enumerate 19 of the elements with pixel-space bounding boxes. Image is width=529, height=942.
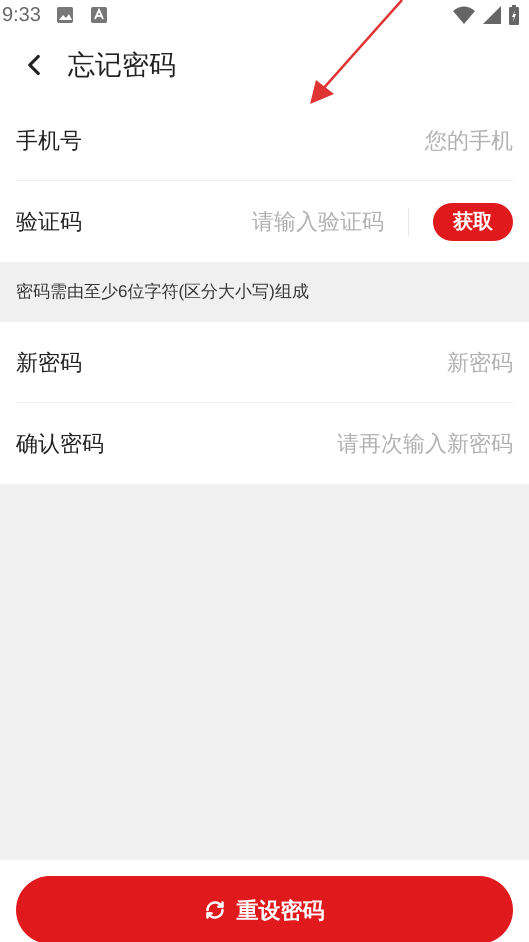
- reset-password-button[interactable]: 重设密码: [16, 876, 513, 942]
- page-title: 忘记密码: [68, 48, 176, 82]
- input-field[interactable]: 您的手机: [82, 124, 513, 156]
- password-hint: 密码需由至少6位字符(区分大小写)组成: [16, 281, 309, 304]
- get-code-button[interactable]: 获取: [433, 202, 513, 240]
- input-field[interactable]: 新密码: [82, 346, 513, 378]
- status-time: 9:33: [2, 3, 41, 28]
- image-icon: [56, 7, 75, 23]
- battery-icon: [509, 5, 519, 25]
- field-label: 手机号: [16, 126, 82, 154]
- field-label: 新密码: [16, 348, 82, 376]
- wifi-icon: [453, 6, 475, 24]
- field-label: 验证码: [16, 208, 82, 236]
- signal-icon: [483, 6, 501, 24]
- input-field[interactable]: 请输入验证码: [82, 205, 408, 238]
- refresh-icon: [204, 900, 224, 920]
- text-icon: [90, 7, 107, 23]
- field-label: 确认密码: [16, 430, 104, 458]
- input-field[interactable]: 请再次输入新密码: [104, 427, 513, 460]
